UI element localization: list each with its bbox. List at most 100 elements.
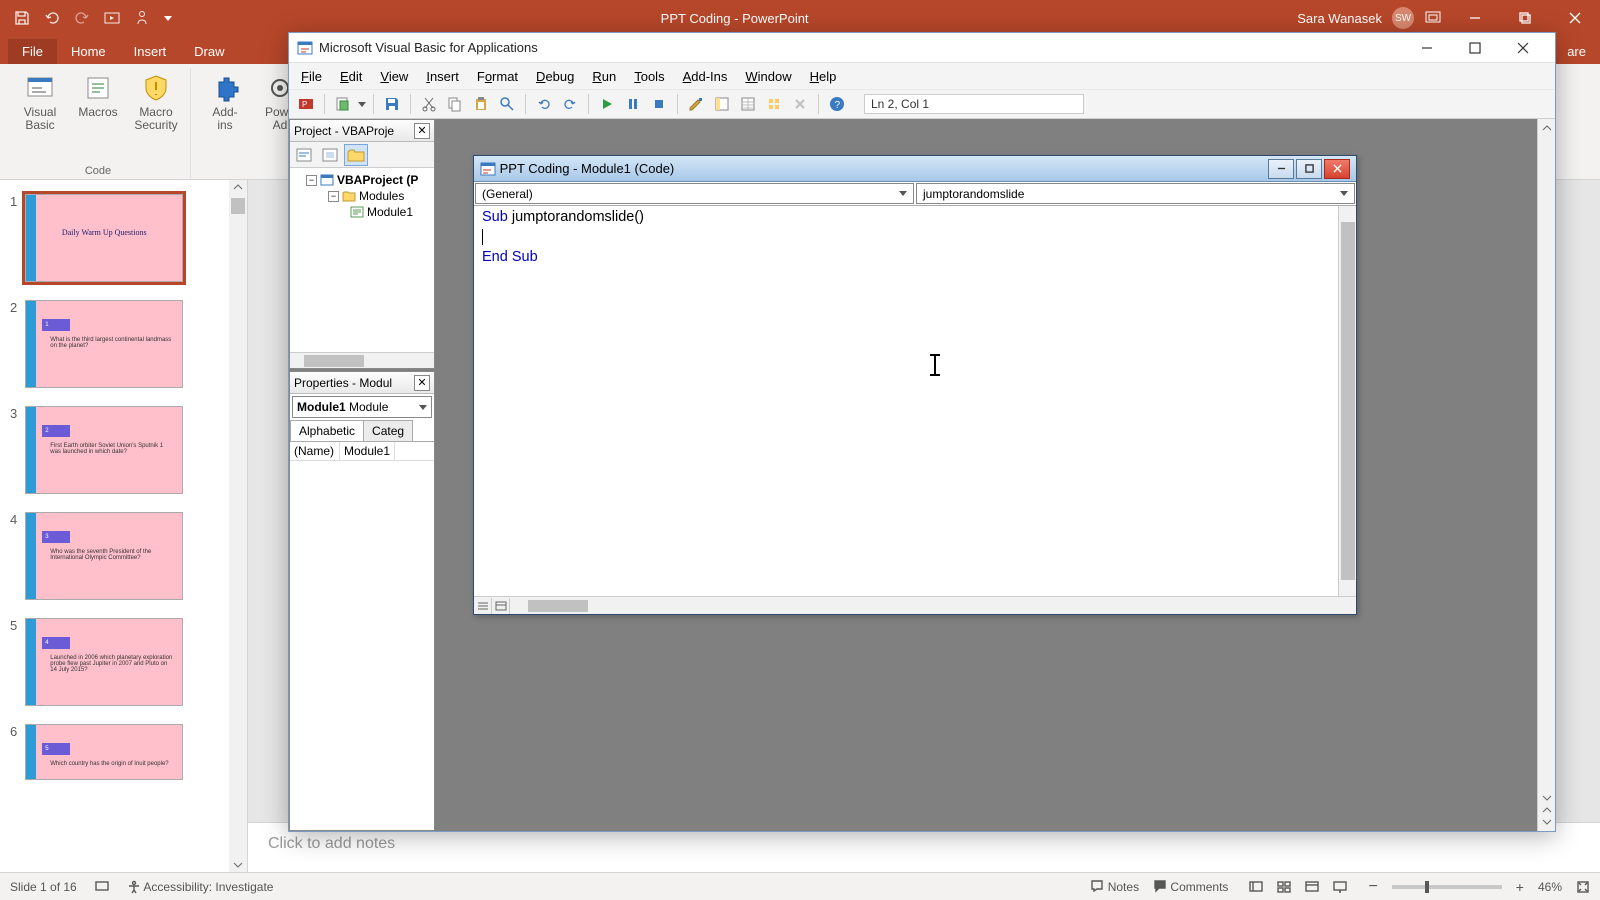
menu-file[interactable]: File — [293, 66, 330, 87]
vbe-main-scrollbar[interactable] — [1537, 119, 1555, 831]
properties-tab-categorized[interactable]: Categ — [363, 420, 413, 441]
cut-button[interactable] — [418, 93, 440, 115]
properties-grid[interactable]: (Name) Module1 — [290, 441, 434, 830]
slide-thumb-3[interactable]: 2First Earth orbiter Soviet Union's Sput… — [25, 406, 183, 494]
reset-button[interactable] — [648, 93, 670, 115]
code-window-titlebar[interactable]: PPT Coding - Module1 (Code) — [474, 156, 1356, 182]
redo-button[interactable] — [559, 93, 581, 115]
slide-thumb-4[interactable]: 3Who was the seventh President of the In… — [25, 512, 183, 600]
qat-more-icon[interactable] — [164, 16, 172, 21]
save-icon[interactable] — [14, 10, 30, 26]
insert-object-button[interactable] — [332, 93, 354, 115]
properties-object-combo[interactable]: Module1 Module — [292, 396, 432, 418]
thumbnail-scrollbar[interactable] — [229, 180, 247, 872]
vbe-minimize-button[interactable] — [1403, 34, 1451, 62]
redo-icon[interactable] — [74, 10, 90, 26]
menu-help[interactable]: Help — [802, 66, 845, 87]
tab-draw[interactable]: Draw — [180, 39, 238, 64]
project-explorer-title[interactable]: Project - VBAProje ✕ — [290, 120, 434, 142]
undo-icon[interactable] — [44, 10, 60, 26]
touch-mode-icon[interactable] — [134, 10, 150, 26]
minimize-button[interactable] — [1450, 0, 1500, 36]
vbe-maximize-button[interactable] — [1451, 34, 1499, 62]
zoom-out-button[interactable]: − — [1368, 878, 1377, 896]
code-minimize-button[interactable] — [1268, 159, 1294, 179]
slide-thumbnail-panel[interactable]: 1 Daily Warm Up Questions 2 1What is the… — [0, 180, 248, 872]
comments-button[interactable]: Comments — [1153, 879, 1228, 894]
code-vscroll[interactable] — [1338, 206, 1356, 596]
language-indicator[interactable] — [95, 879, 109, 894]
fit-to-window-button[interactable] — [1576, 880, 1590, 894]
full-module-view-button[interactable] — [492, 598, 510, 614]
menu-addins[interactable]: Add-Ins — [675, 66, 736, 87]
run-button[interactable] — [596, 93, 618, 115]
help-button[interactable]: ? — [826, 93, 848, 115]
view-code-button[interactable] — [292, 144, 316, 166]
tab-file[interactable]: File — [8, 39, 57, 64]
user-area[interactable]: Sara Wanasek SW — [1297, 7, 1450, 29]
slide-thumb-1[interactable]: Daily Warm Up Questions — [25, 194, 183, 282]
project-tree[interactable]: −VBAProject (P −Modules Module1 — [290, 168, 434, 352]
code-hscroll[interactable] — [528, 600, 588, 612]
code-editor[interactable]: Sub jumptorandomslide() ​ End Sub — [474, 206, 1338, 596]
slide-thumb-6[interactable]: 5Which country has the origin of Inuit p… — [25, 724, 183, 780]
view-object-button[interactable] — [318, 144, 342, 166]
menu-view[interactable]: View — [372, 66, 416, 87]
copy-button[interactable] — [444, 93, 466, 115]
view-powerpoint-button[interactable]: P — [295, 93, 317, 115]
accessibility-status[interactable]: Accessibility: Investigate — [127, 880, 274, 894]
slideshow-view-button[interactable] — [1326, 876, 1354, 898]
procedure-combo[interactable]: jumptorandomslide — [916, 183, 1355, 204]
insert-object-dropdown[interactable] — [358, 102, 366, 107]
break-button[interactable] — [622, 93, 644, 115]
object-combo[interactable]: (General) — [475, 183, 914, 204]
menu-debug[interactable]: Debug — [528, 66, 582, 87]
reading-view-button[interactable] — [1298, 876, 1326, 898]
share-button[interactable]: are — [1553, 39, 1600, 64]
properties-window-button[interactable] — [737, 93, 759, 115]
vbe-close-button[interactable] — [1499, 34, 1547, 62]
project-hscroll[interactable] — [290, 352, 434, 368]
slide-thumb-2[interactable]: 1What is the third largest continental l… — [25, 300, 183, 388]
toggle-folders-button[interactable] — [344, 144, 368, 166]
properties-tab-alphabetic[interactable]: Alphabetic — [290, 420, 364, 441]
display-options-icon[interactable] — [1424, 9, 1442, 27]
visual-basic-button[interactable]: Visual Basic — [14, 70, 66, 134]
find-button[interactable] — [496, 93, 518, 115]
toolbox-button[interactable] — [789, 93, 811, 115]
vbe-titlebar[interactable]: Microsoft Visual Basic for Applications — [289, 33, 1555, 63]
menu-format[interactable]: Format — [469, 66, 526, 87]
normal-view-button[interactable] — [1242, 876, 1270, 898]
macros-button[interactable]: Macros — [72, 70, 124, 121]
design-mode-button[interactable] — [685, 93, 707, 115]
menu-window[interactable]: Window — [737, 66, 799, 87]
menu-run[interactable]: Run — [584, 66, 624, 87]
tab-home[interactable]: Home — [57, 39, 120, 64]
tab-insert[interactable]: Insert — [120, 39, 181, 64]
macro-security-button[interactable]: Macro Security — [130, 70, 182, 134]
zoom-level[interactable]: 46% — [1538, 880, 1562, 894]
project-explorer-button[interactable] — [711, 93, 733, 115]
zoom-slider[interactable] — [1392, 885, 1502, 889]
menu-tools[interactable]: Tools — [626, 66, 672, 87]
slide-thumb-5[interactable]: 4Launched in 2006 which planetary explor… — [25, 618, 183, 706]
properties-close[interactable]: ✕ — [414, 375, 430, 391]
project-explorer-close[interactable]: ✕ — [414, 123, 430, 139]
start-from-beginning-icon[interactable] — [104, 10, 120, 26]
addins-button[interactable]: Add- ins — [199, 70, 251, 134]
menu-edit[interactable]: Edit — [332, 66, 370, 87]
sorter-view-button[interactable] — [1270, 876, 1298, 898]
properties-title[interactable]: Properties - Modul ✕ — [290, 372, 434, 394]
object-browser-button[interactable] — [763, 93, 785, 115]
code-close-button[interactable] — [1324, 159, 1350, 179]
code-maximize-button[interactable] — [1296, 159, 1322, 179]
notes-button[interactable]: Notes — [1090, 879, 1139, 894]
menu-insert[interactable]: Insert — [418, 66, 467, 87]
procedure-view-button[interactable] — [474, 598, 492, 614]
save-button[interactable] — [381, 93, 403, 115]
paste-button[interactable] — [470, 93, 492, 115]
prop-name-value[interactable]: Module1 — [340, 442, 395, 460]
undo-button[interactable] — [533, 93, 555, 115]
close-button[interactable] — [1550, 0, 1600, 36]
maximize-button[interactable] — [1500, 0, 1550, 36]
